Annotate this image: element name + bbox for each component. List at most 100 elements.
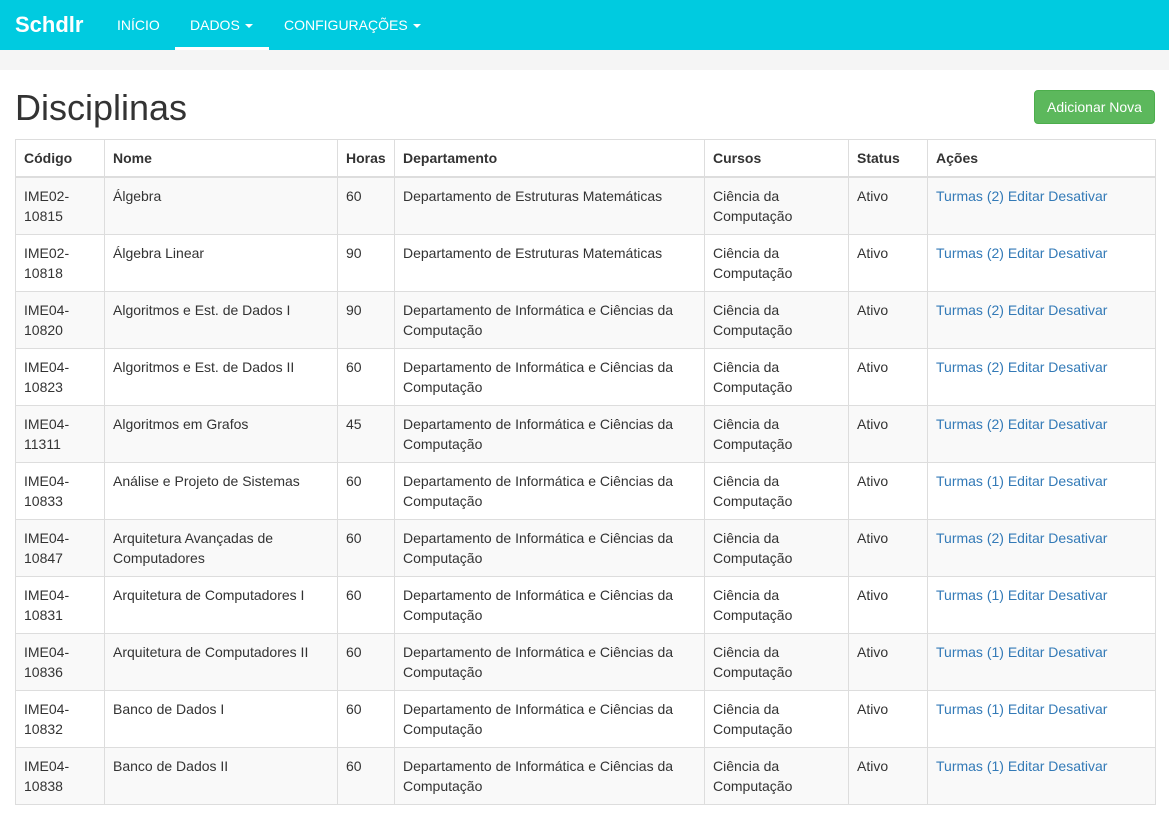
cell-acoes: Turmas (1) Editar Desativar (927, 690, 1156, 748)
deactivate-link[interactable]: Desativar (1048, 587, 1107, 603)
add-new-button[interactable]: Adicionar Nova (1034, 90, 1155, 124)
table-row: IME04-10836 Arquitetura de Computadores I… (15, 633, 1156, 691)
cell-cursos: Ciência da Computação (704, 633, 849, 691)
column-header-nome[interactable]: Nome (104, 139, 338, 178)
edit-link[interactable]: Editar (1008, 530, 1045, 546)
cell-horas: 60 (337, 462, 395, 520)
cell-status: Ativo (848, 234, 928, 292)
cell-codigo: IME04-10832 (15, 690, 105, 748)
cell-nome: Álgebra Linear (104, 234, 338, 292)
deactivate-link[interactable]: Desativar (1048, 530, 1107, 546)
cell-horas: 60 (337, 690, 395, 748)
deactivate-link[interactable]: Desativar (1048, 302, 1107, 318)
cell-codigo: IME04-11311 (15, 405, 105, 463)
cell-acoes: Turmas (1) Editar Desativar (927, 747, 1156, 805)
cell-status: Ativo (848, 690, 928, 748)
deactivate-link[interactable]: Desativar (1048, 758, 1107, 774)
column-header-status[interactable]: Status (848, 139, 928, 178)
cell-codigo: IME04-10831 (15, 576, 105, 634)
cell-horas: 60 (337, 576, 395, 634)
deactivate-link[interactable]: Desativar (1048, 416, 1107, 432)
turmas-link[interactable]: Turmas (2) (936, 530, 1004, 546)
nav-inicio[interactable]: INÍCIO (117, 0, 160, 50)
cell-departamento: Departamento de Informática e Ciências d… (394, 690, 705, 748)
subheader-band (0, 50, 1169, 70)
nav-inicio-label: INÍCIO (117, 17, 160, 33)
turmas-link[interactable]: Turmas (1) (936, 473, 1004, 489)
cell-cursos: Ciência da Computação (704, 348, 849, 406)
nav-configuracoes[interactable]: CONFIGURAÇÕES (284, 0, 421, 50)
cell-departamento: Departamento de Informática e Ciências d… (394, 747, 705, 805)
cell-cursos: Ciência da Computação (704, 747, 849, 805)
deactivate-link[interactable]: Desativar (1048, 473, 1107, 489)
cell-codigo: IME04-10836 (15, 633, 105, 691)
cell-acoes: Turmas (1) Editar Desativar (927, 633, 1156, 691)
cell-departamento: Departamento de Informática e Ciências d… (394, 633, 705, 691)
cell-horas: 60 (337, 747, 395, 805)
deactivate-link[interactable]: Desativar (1048, 701, 1107, 717)
cell-cursos: Ciência da Computação (704, 234, 849, 292)
cell-codigo: IME04-10820 (15, 291, 105, 349)
cell-acoes: Turmas (2) Editar Desativar (927, 176, 1156, 235)
edit-link[interactable]: Editar (1008, 359, 1045, 375)
cell-status: Ativo (848, 291, 928, 349)
nav-dados-label: DADOS (190, 17, 240, 33)
turmas-link[interactable]: Turmas (2) (936, 188, 1004, 204)
deactivate-link[interactable]: Desativar (1048, 188, 1107, 204)
table-row: IME02-10818 Álgebra Linear 90 Departamento … (15, 234, 1156, 292)
cell-nome: Arquitetura Avançadas de Computadores (104, 519, 338, 577)
edit-link[interactable]: Editar (1008, 188, 1045, 204)
turmas-link[interactable]: Turmas (1) (936, 758, 1004, 774)
deactivate-link[interactable]: Desativar (1048, 644, 1107, 660)
cell-status: Ativo (848, 176, 928, 235)
cell-status: Ativo (848, 405, 928, 463)
chevron-down-icon (412, 24, 421, 29)
edit-link[interactable]: Editar (1008, 473, 1045, 489)
cell-cursos: Ciência da Computação (704, 690, 849, 748)
turmas-link[interactable]: Turmas (1) (936, 701, 1004, 717)
table-row: IME04-10847 Arquitetura Avançadas de Comp… (15, 519, 1156, 577)
deactivate-link[interactable]: Desativar (1048, 359, 1107, 375)
column-header-codigo[interactable]: Código (15, 139, 105, 178)
column-header-horas[interactable]: Horas (337, 139, 395, 178)
column-header-cursos[interactable]: Cursos (704, 139, 849, 178)
edit-link[interactable]: Editar (1008, 644, 1045, 660)
turmas-link[interactable]: Turmas (1) (936, 587, 1004, 603)
cell-cursos: Ciência da Computação (704, 176, 849, 235)
cell-codigo: IME04-10847 (15, 519, 105, 577)
turmas-link[interactable]: Turmas (2) (936, 302, 1004, 318)
cell-status: Ativo (848, 348, 928, 406)
cell-cursos: Ciência da Computação (704, 519, 849, 577)
cell-acoes: Turmas (2) Editar Desativar (927, 519, 1156, 577)
edit-link[interactable]: Editar (1008, 701, 1045, 717)
column-header-departamento[interactable]: Departamento (394, 139, 705, 178)
turmas-link[interactable]: Turmas (1) (936, 644, 1004, 660)
turmas-link[interactable]: Turmas (2) (936, 416, 1004, 432)
cell-nome: Algoritmos em Grafos (104, 405, 338, 463)
cell-nome: Banco de Dados I (104, 690, 338, 748)
edit-link[interactable]: Editar (1008, 587, 1045, 603)
nav-dados[interactable]: DADOS (175, 0, 269, 50)
turmas-link[interactable]: Turmas (2) (936, 359, 1004, 375)
cell-departamento: Departamento de Informática e Ciências d… (394, 405, 705, 463)
brand-logo[interactable]: Schdlr (0, 0, 101, 50)
column-header-acoes: Ações (927, 139, 1156, 178)
cell-horas: 90 (337, 234, 395, 292)
cell-departamento: Departamento de Informática e Ciências d… (394, 519, 705, 577)
edit-link[interactable]: Editar (1008, 758, 1045, 774)
cell-codigo: IME02-10818 (15, 234, 105, 292)
cell-departamento: Departamento de Estruturas Matemáticas (394, 176, 705, 235)
cell-codigo: IME02-10815 (15, 176, 105, 235)
table-row: IME04-10833 Análise e Projeto de Sistemas… (15, 462, 1156, 520)
cell-codigo: IME04-10823 (15, 348, 105, 406)
deactivate-link[interactable]: Desativar (1048, 245, 1107, 261)
cell-departamento: Departamento de Informática e Ciências d… (394, 462, 705, 520)
disciplinas-table: Código Nome Horas Departamento Cursos St… (15, 139, 1156, 805)
cell-horas: 60 (337, 633, 395, 691)
turmas-link[interactable]: Turmas (2) (936, 245, 1004, 261)
edit-link[interactable]: Editar (1008, 245, 1045, 261)
edit-link[interactable]: Editar (1008, 302, 1045, 318)
cell-cursos: Ciência da Computação (704, 576, 849, 634)
edit-link[interactable]: Editar (1008, 416, 1045, 432)
cell-nome: Algoritmos e Est. de Dados I (104, 291, 338, 349)
